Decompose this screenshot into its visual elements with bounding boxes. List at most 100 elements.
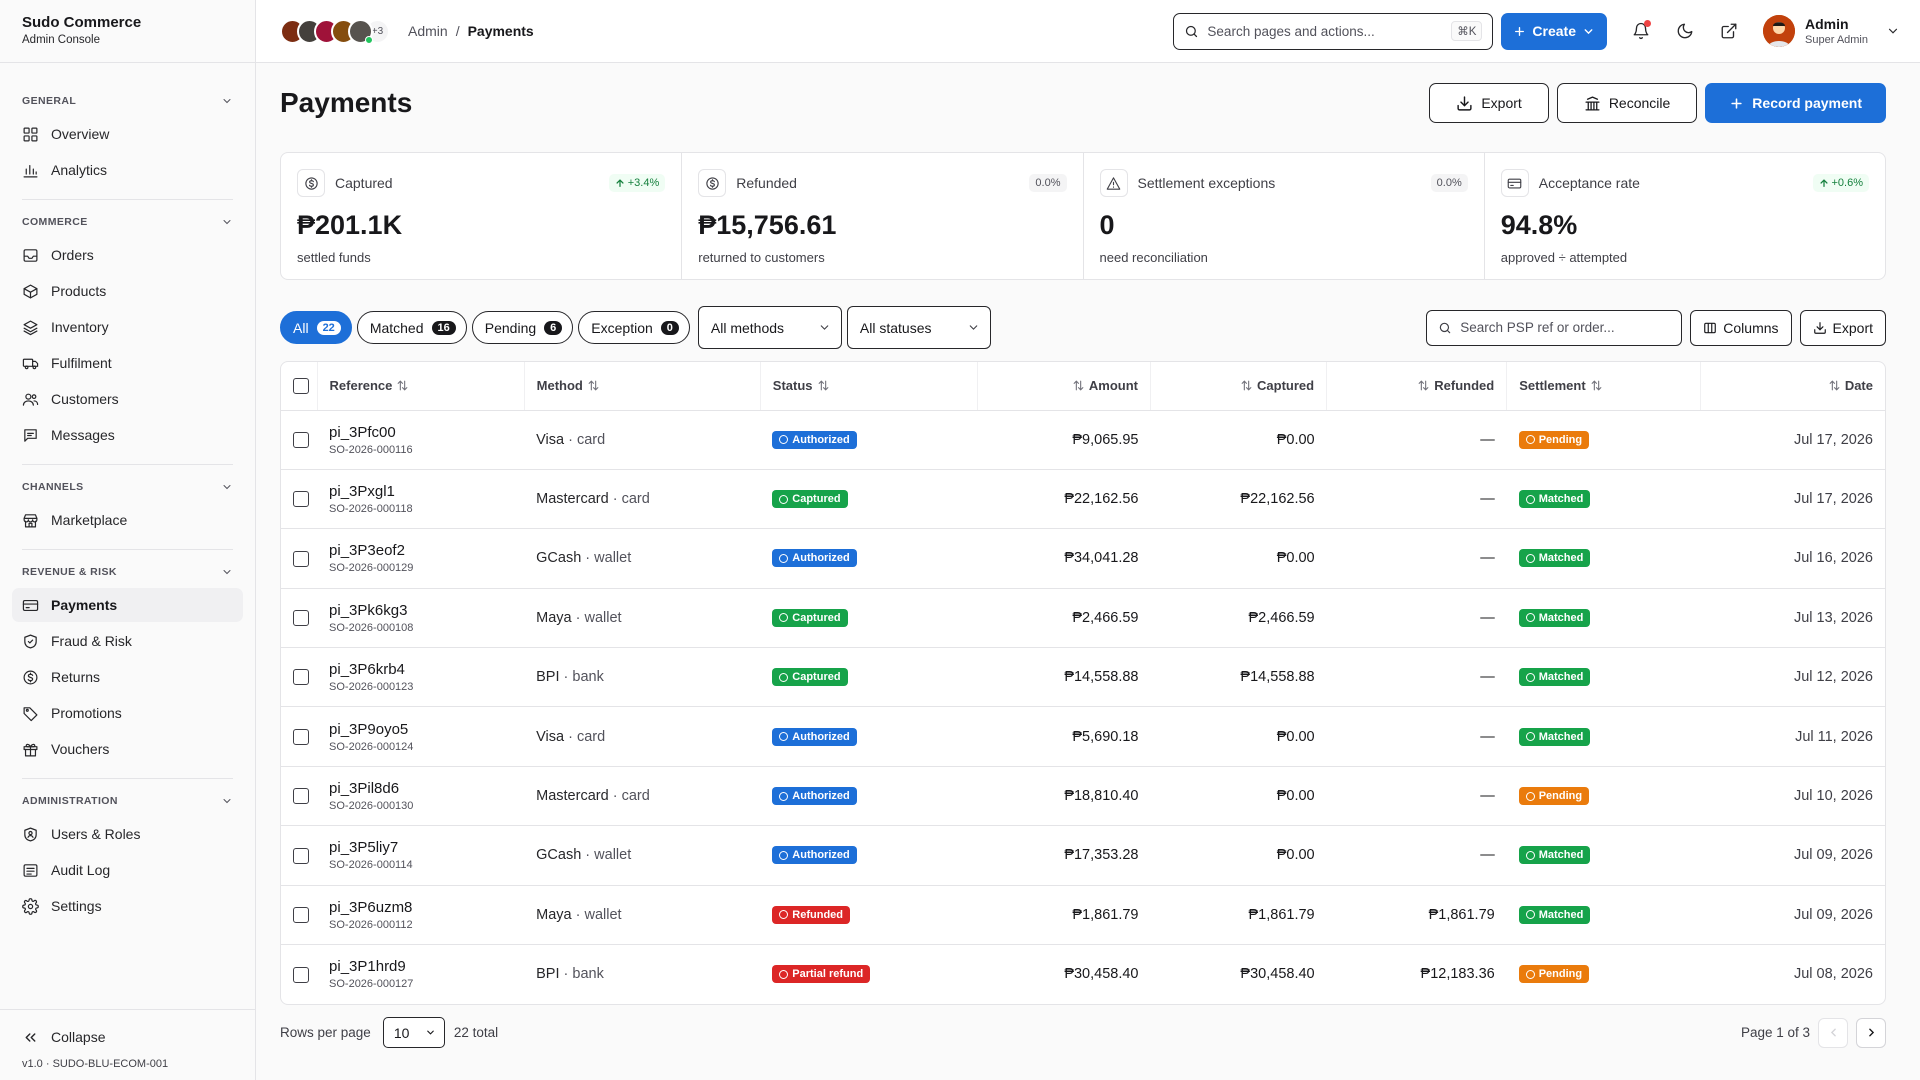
arrow-up-icon xyxy=(616,179,624,187)
date-cell: Jul 11, 2026 xyxy=(1700,706,1885,767)
section-header-channels[interactable]: CHANNELS xyxy=(12,473,243,501)
tab-pending[interactable]: Pending 6 xyxy=(471,311,574,344)
sidebar-item-settings[interactable]: Settings xyxy=(12,889,243,923)
notifications-button[interactable] xyxy=(1623,13,1659,49)
sort-icon xyxy=(1241,380,1252,391)
table-row[interactable]: pi_3P6krb4 SO-2026-000123 BPI · bank Captur… xyxy=(281,647,1885,708)
table-row[interactable]: pi_3P5liy7 SO-2026-000114 GCash · wallet Au… xyxy=(281,825,1885,886)
header-date[interactable]: Date xyxy=(1700,362,1885,411)
table-row[interactable]: pi_3Pk6kg3 SO-2026-000108 Maya · wallet Cap… xyxy=(281,588,1885,649)
header-status[interactable]: Status xyxy=(760,362,978,411)
section-header-general[interactable]: GENERAL xyxy=(12,87,243,115)
header-method[interactable]: Method xyxy=(524,362,761,411)
kpi-label: Settlement exceptions xyxy=(1137,175,1276,191)
header-refunded[interactable]: Refunded xyxy=(1326,362,1508,411)
payment-reference[interactable]: pi_3P1hrd9 xyxy=(329,958,512,975)
payment-reference[interactable]: pi_3P6krb4 xyxy=(329,661,512,678)
table-row[interactable]: pi_3Pfc00 SO-2026-000116 Visa · card Author… xyxy=(281,410,1885,470)
header-settlement[interactable]: Settlement xyxy=(1506,362,1702,411)
row-checkbox[interactable] xyxy=(293,906,309,923)
row-checkbox[interactable] xyxy=(293,847,309,864)
table-row[interactable]: pi_3P1hrd9 SO-2026-000127 BPI · bank Partia… xyxy=(281,945,1885,1004)
theme-toggle[interactable] xyxy=(1667,13,1703,49)
row-checkbox[interactable] xyxy=(293,550,309,567)
rows-per-page-select[interactable]: 10 xyxy=(382,1017,445,1049)
sidebar-item-fulfilment[interactable]: Fulfilment xyxy=(12,346,243,380)
sidebar-item-inventory[interactable]: Inventory xyxy=(12,310,243,344)
rows-per-page-value: 10 xyxy=(393,1024,410,1041)
amount-cell: ₱30,458.40 xyxy=(1064,966,1139,983)
status-select[interactable]: All statuses xyxy=(846,306,991,349)
sidebar-item-vouchers[interactable]: Vouchers xyxy=(12,732,243,766)
sidebar-item-orders[interactable]: Orders xyxy=(12,238,243,272)
tab-all[interactable]: All 22 xyxy=(280,311,352,344)
row-checkbox[interactable] xyxy=(293,966,309,983)
global-search[interactable]: ⌘K xyxy=(1173,12,1494,50)
header-captured[interactable]: Captured xyxy=(1150,362,1328,411)
settlement-circle-icon xyxy=(1525,613,1535,623)
sidebar-item-fraud-and-risk[interactable]: Fraud & Risk xyxy=(12,624,243,658)
payment-reference[interactable]: pi_3Pxgl1 xyxy=(329,483,512,500)
create-button[interactable]: Create xyxy=(1501,12,1608,50)
row-checkbox[interactable] xyxy=(293,609,309,626)
sidebar-item-customers[interactable]: Customers xyxy=(12,382,243,416)
method-select[interactable]: All methods xyxy=(697,306,842,349)
sidebar-item-overview[interactable]: Overview xyxy=(12,117,243,151)
sidebar-item-users-and-roles[interactable]: Users & Roles xyxy=(12,817,243,851)
row-checkbox[interactable] xyxy=(293,788,309,805)
table-export-button[interactable]: Export xyxy=(1799,309,1886,346)
reconcile-button[interactable]: Reconcile xyxy=(1556,83,1698,123)
search-icon xyxy=(1440,322,1451,333)
table-row[interactable]: pi_3P9oyo5 SO-2026-000124 Visa · card Autho… xyxy=(281,706,1885,767)
export-button[interactable]: Export xyxy=(1429,83,1549,123)
table-search-input[interactable] xyxy=(1460,320,1671,335)
payment-reference[interactable]: pi_3P5liy7 xyxy=(329,839,512,856)
payment-reference[interactable]: pi_3Pfc00 xyxy=(329,424,512,441)
chat-icon xyxy=(24,428,37,442)
section-header-revenue-and-risk[interactable]: REVENUE & RISK xyxy=(12,558,243,586)
columns-button[interactable]: Columns xyxy=(1690,309,1792,346)
table-row[interactable]: pi_3P3eof2 SO-2026-000129 GCash · wallet Au… xyxy=(281,528,1885,589)
table-row[interactable]: pi_3Pil8d6 SO-2026-000130 Mastercard · car… xyxy=(281,766,1885,827)
table-search[interactable] xyxy=(1426,309,1683,346)
tab-matched[interactable]: Matched 16 xyxy=(356,311,467,344)
payment-reference[interactable]: pi_3P6uzm8 xyxy=(329,899,512,916)
record-payment-button[interactable]: Record payment xyxy=(1705,83,1886,123)
global-search-input[interactable] xyxy=(1207,23,1444,39)
method-separator: · xyxy=(559,966,573,983)
captured-cell: ₱22,162.56 xyxy=(1150,469,1327,530)
sidebar-item-promotions[interactable]: Promotions xyxy=(12,696,243,730)
row-checkbox[interactable] xyxy=(293,669,309,686)
chevron-down-icon xyxy=(969,325,978,330)
row-checkbox[interactable] xyxy=(293,431,309,448)
sidebar-item-marketplace[interactable]: Marketplace xyxy=(12,503,243,537)
sidebar-item-payments[interactable]: Payments xyxy=(12,588,243,622)
sidebar-item-audit-log[interactable]: Audit Log xyxy=(12,853,243,887)
row-checkbox[interactable] xyxy=(293,491,309,508)
row-checkbox[interactable] xyxy=(293,728,309,745)
user-menu[interactable]: Admin Super Admin xyxy=(1763,15,1900,47)
sidebar-item-returns[interactable]: Returns xyxy=(12,660,243,694)
payment-reference[interactable]: pi_3Pil8d6 xyxy=(329,780,512,797)
header-amount[interactable]: Amount xyxy=(977,362,1152,411)
payment-reference[interactable]: pi_3P9oyo5 xyxy=(329,721,512,738)
next-page-button[interactable] xyxy=(1856,1017,1886,1048)
sidebar-item-products[interactable]: Products xyxy=(12,274,243,308)
section-header-administration[interactable]: ADMINISTRATION xyxy=(12,787,243,815)
presence-avatars[interactable]: +3 xyxy=(280,18,390,44)
select-all-checkbox[interactable] xyxy=(293,378,309,395)
collapse-button[interactable]: Collapse xyxy=(22,1022,233,1052)
payment-reference[interactable]: pi_3P3eof2 xyxy=(329,542,512,559)
section-header-commerce[interactable]: COMMERCE xyxy=(12,208,243,236)
tab-exception[interactable]: Exception 0 xyxy=(578,311,690,344)
prev-page-button[interactable] xyxy=(1818,1017,1848,1048)
table-row[interactable]: pi_3P6uzm8 SO-2026-000112 Maya · wallet Ref… xyxy=(281,885,1885,946)
sidebar-item-messages[interactable]: Messages xyxy=(12,418,243,452)
table-row[interactable]: pi_3Pxgl1 SO-2026-000118 Mastercard · card… xyxy=(281,469,1885,530)
breadcrumb-admin[interactable]: Admin xyxy=(408,23,448,39)
payment-reference[interactable]: pi_3Pk6kg3 xyxy=(329,602,512,619)
sidebar-item-analytics[interactable]: Analytics xyxy=(12,153,243,187)
open-storefront-button[interactable] xyxy=(1711,13,1747,49)
header-reference[interactable]: Reference xyxy=(317,362,525,411)
payment-method-type: wallet xyxy=(584,906,622,923)
